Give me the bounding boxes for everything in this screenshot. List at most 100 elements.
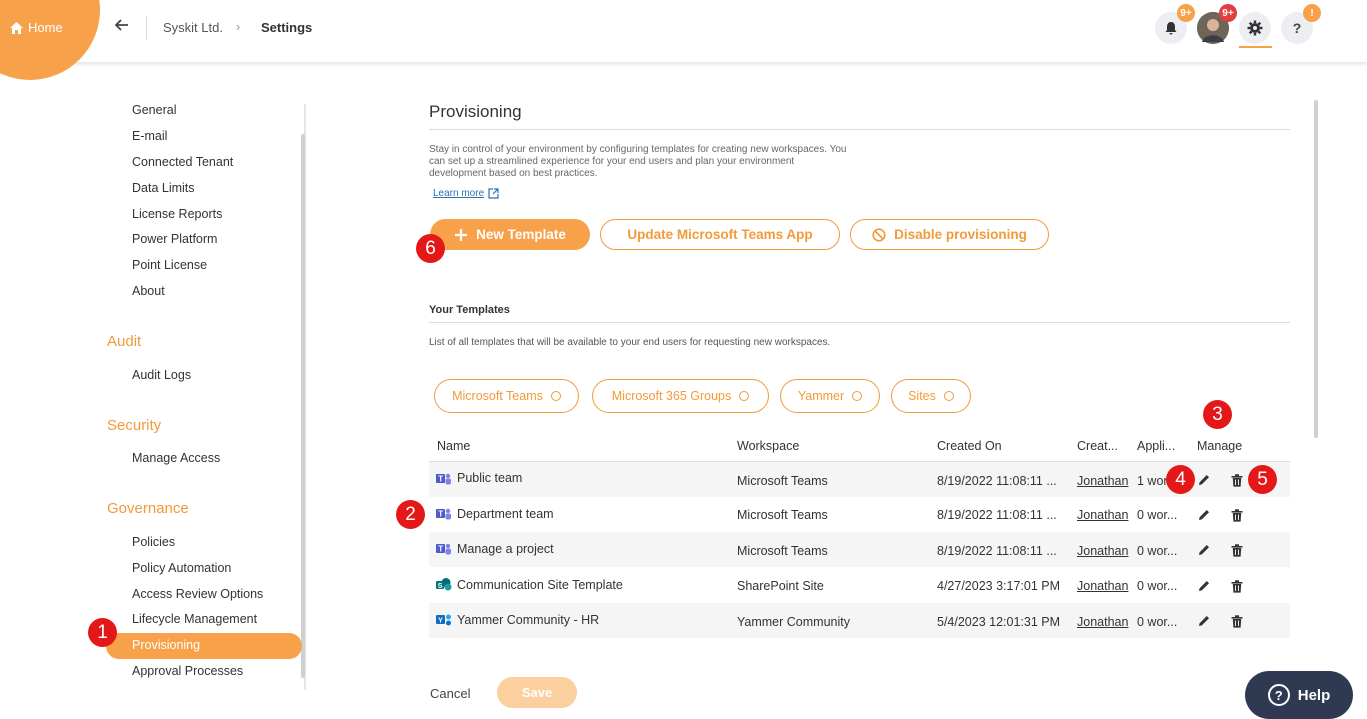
- home-label: Home: [28, 20, 63, 35]
- sharepoint-icon: S: [436, 578, 452, 591]
- breadcrumb-chevron-icon: ›: [236, 19, 241, 34]
- template-name: Manage a project: [457, 542, 554, 556]
- sidebar-item-power-platform[interactable]: Power Platform: [132, 232, 217, 246]
- sidebar-heading-security: Security: [107, 417, 162, 434]
- table-row[interactable]: Y Yammer Community - HR Yammer Community…: [429, 603, 1290, 638]
- new-template-label: New Template: [476, 227, 566, 242]
- sidebar-heading-governance: Governance: [107, 500, 189, 517]
- annotation-marker-6: 6: [416, 234, 445, 263]
- delete-trash-icon[interactable]: [1228, 506, 1246, 524]
- block-icon: [872, 227, 886, 242]
- filter-chip-label: Yammer: [797, 389, 845, 403]
- template-name: Communication Site Template: [457, 578, 623, 592]
- template-created-on: 8/19/2022 11:08:11 ...: [937, 508, 1057, 522]
- filter-chip-microsoft-teams[interactable]: Microsoft Teams: [434, 379, 579, 413]
- column-header-applied[interactable]: Appli...: [1137, 439, 1175, 453]
- breadcrumb-org[interactable]: Syskit Ltd.: [163, 20, 223, 35]
- template-applied: 0 wor...: [1137, 615, 1178, 629]
- disable-provisioning-label: Disable provisioning: [894, 227, 1027, 242]
- notifications-button[interactable]: 9+: [1155, 4, 1195, 44]
- template-created-by-link[interactable]: Jonathan: [1077, 544, 1128, 558]
- sidebar-item-approval-processes[interactable]: Approval Processes: [132, 664, 243, 678]
- template-created-on: 8/19/2022 11:08:11 ...: [937, 544, 1057, 558]
- template-created-by-link[interactable]: Jonathan: [1077, 474, 1128, 488]
- sidebar-item-policies[interactable]: Policies: [132, 535, 175, 549]
- home-link[interactable]: Home: [10, 20, 63, 35]
- templates-section-description: List of all templates that will be avail…: [429, 337, 831, 348]
- sidebar-item-label: Provisioning: [132, 638, 201, 652]
- column-header-manage: Manage: [1197, 439, 1243, 453]
- edit-pencil-icon[interactable]: [1195, 577, 1213, 595]
- gear-icon: [1247, 20, 1263, 36]
- cancel-button[interactable]: Cancel: [430, 686, 470, 701]
- delete-trash-icon[interactable]: [1228, 541, 1246, 559]
- column-header-workspace[interactable]: Workspace: [737, 439, 799, 453]
- filter-chip-sites[interactable]: Sites: [891, 379, 971, 413]
- sidebar-item-license-reports[interactable]: License Reports: [132, 207, 222, 221]
- help-menu-button[interactable]: ? !: [1281, 4, 1321, 44]
- template-created-by-link[interactable]: Jonathan: [1077, 579, 1128, 593]
- learn-more-link[interactable]: Learn more: [433, 188, 499, 199]
- back-arrow-icon[interactable]: [114, 18, 129, 37]
- template-workspace: Yammer Community: [737, 615, 850, 629]
- content-scrollbar[interactable]: [1314, 100, 1318, 438]
- sidebar-item-general[interactable]: General: [132, 103, 176, 117]
- annotation-marker-2: 2: [396, 500, 425, 529]
- new-template-button[interactable]: New Template: [430, 219, 590, 250]
- sidebar-item-policy-automation[interactable]: Policy Automation: [132, 561, 231, 575]
- sidebar-item-manage-access[interactable]: Manage Access: [132, 451, 220, 465]
- column-header-created-by[interactable]: Creat...: [1077, 439, 1118, 453]
- avatar-badge: 9+: [1219, 4, 1237, 22]
- template-created-by-link[interactable]: Jonathan: [1077, 615, 1128, 629]
- sidebar-item-audit-logs[interactable]: Audit Logs: [132, 368, 191, 382]
- avatar[interactable]: 9+: [1197, 4, 1237, 44]
- update-teams-app-button[interactable]: Update Microsoft Teams App: [600, 219, 840, 250]
- sidebar-item-connected-tenant[interactable]: Connected Tenant: [132, 155, 233, 169]
- table-row[interactable]: T Public team Microsoft Teams 8/19/2022 …: [429, 462, 1290, 497]
- edit-pencil-icon[interactable]: [1195, 471, 1213, 489]
- page-description: Stay in control of your environment by c…: [429, 144, 847, 179]
- sidebar-item-access-review-options[interactable]: Access Review Options: [132, 587, 263, 601]
- column-header-name[interactable]: Name: [437, 439, 470, 453]
- sidebar-item-provisioning[interactable]: Provisioning: [106, 633, 302, 659]
- settings-button[interactable]: [1239, 12, 1271, 44]
- svg-text:Y: Y: [438, 616, 443, 625]
- question-icon: ?: [1292, 20, 1302, 36]
- template-created-by-link[interactable]: Jonathan: [1077, 508, 1128, 522]
- teams-icon: T: [436, 543, 451, 555]
- sidebar-item-email[interactable]: E-mail: [132, 129, 167, 143]
- delete-trash-icon[interactable]: [1228, 612, 1246, 630]
- save-button[interactable]: Save: [497, 677, 577, 708]
- delete-trash-icon[interactable]: [1228, 577, 1246, 595]
- svg-text:S: S: [438, 583, 443, 590]
- radio-ring-icon: [550, 391, 561, 401]
- delete-trash-icon[interactable]: [1228, 471, 1246, 489]
- svg-text:T: T: [438, 510, 443, 519]
- table-row[interactable]: T Manage a project Microsoft Teams 8/19/…: [429, 532, 1290, 567]
- filter-chip-yammer[interactable]: Yammer: [780, 379, 880, 413]
- sidebar-item-point-license[interactable]: Point License: [132, 258, 207, 272]
- filter-chip-microsoft-365-groups[interactable]: Microsoft 365 Groups: [592, 379, 769, 413]
- sidebar-scrollbar[interactable]: [301, 134, 305, 678]
- edit-pencil-icon[interactable]: [1195, 612, 1213, 630]
- svg-text:T: T: [438, 545, 443, 554]
- sidebar-item-about[interactable]: About: [132, 284, 165, 298]
- column-header-created-on[interactable]: Created On: [937, 439, 1002, 453]
- radio-ring-icon: [739, 391, 750, 401]
- sidebar-item-data-limits[interactable]: Data Limits: [132, 181, 195, 195]
- teams-icon: T: [436, 508, 451, 520]
- teams-icon: T: [436, 473, 451, 485]
- disable-provisioning-button[interactable]: Disable provisioning: [850, 219, 1049, 250]
- sidebar-item-lifecycle-management[interactable]: Lifecycle Management: [132, 612, 257, 626]
- templates-section-title: Your Templates: [429, 304, 510, 316]
- edit-pencil-icon[interactable]: [1195, 541, 1213, 559]
- table-row[interactable]: T Department team Microsoft Teams 8/19/2…: [429, 497, 1290, 532]
- edit-pencil-icon[interactable]: [1195, 506, 1213, 524]
- annotation-marker-3: 3: [1203, 400, 1232, 429]
- update-teams-app-label: Update Microsoft Teams App: [627, 227, 813, 242]
- radio-ring-icon: [943, 391, 954, 401]
- annotation-marker-5: 5: [1248, 465, 1277, 494]
- breadcrumb-current: Settings: [261, 20, 313, 35]
- filter-chip-label: Microsoft 365 Groups: [611, 389, 732, 403]
- table-row[interactable]: S Communication Site Template SharePoint…: [429, 568, 1290, 603]
